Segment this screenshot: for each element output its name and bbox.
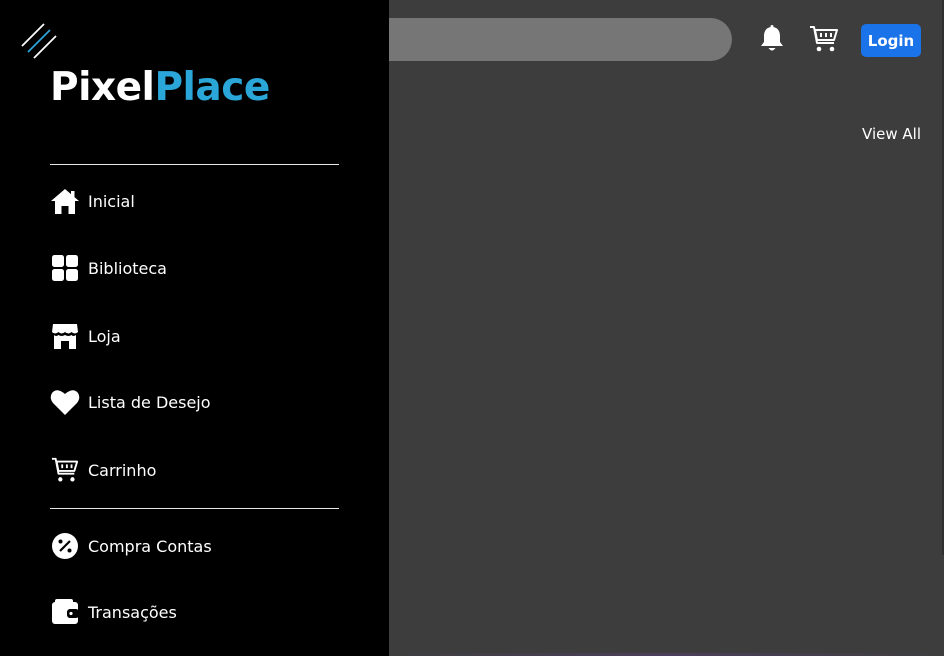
view-all-link[interactable]: View All [862,125,921,143]
sidebar-item-biblioteca[interactable]: Biblioteca [50,252,167,284]
sidebar-item-label: Lista de Desejo [88,392,211,412]
wallet-icon [50,597,80,627]
divider [50,508,339,509]
sidebar-item-label: Inicial [88,191,135,211]
sidebar-item-inicial[interactable]: Inicial [50,185,135,217]
home-icon [50,186,80,216]
login-button[interactable]: Login [861,24,921,57]
logo-text-primary: Pixel [50,65,155,110]
menu-toggle-icon[interactable] [20,22,60,62]
logo-text-accent: Place [154,65,270,110]
logo[interactable]: PixelPlace [50,65,270,110]
search-input[interactable] [360,18,732,61]
cart-icon [50,455,80,485]
store-icon [50,321,80,351]
sidebar-item-compra-contas[interactable]: Compra Contas [50,530,212,562]
cart-icon[interactable] [809,24,838,54]
sidebar-item-lista-de-desejo[interactable]: Lista de Desejo [50,386,211,418]
sidebar-item-label: Carrinho [88,460,157,480]
discount-icon [50,531,80,561]
sidebar: PixelPlace Inicial Biblioteca Loja Lista… [0,0,389,656]
sidebar-item-transacoes[interactable]: Transações [50,596,177,628]
grid-icon [50,253,80,283]
heart-icon [50,387,80,417]
sidebar-item-label: Transações [88,602,177,622]
sidebar-item-label: Loja [88,326,121,346]
sidebar-item-loja[interactable]: Loja [50,320,121,352]
sidebar-item-label: Compra Contas [88,536,212,556]
sidebar-item-carrinho[interactable]: Carrinho [50,454,156,486]
divider [50,164,339,165]
bell-icon[interactable] [758,24,786,54]
sidebar-item-label: Biblioteca [88,258,167,278]
